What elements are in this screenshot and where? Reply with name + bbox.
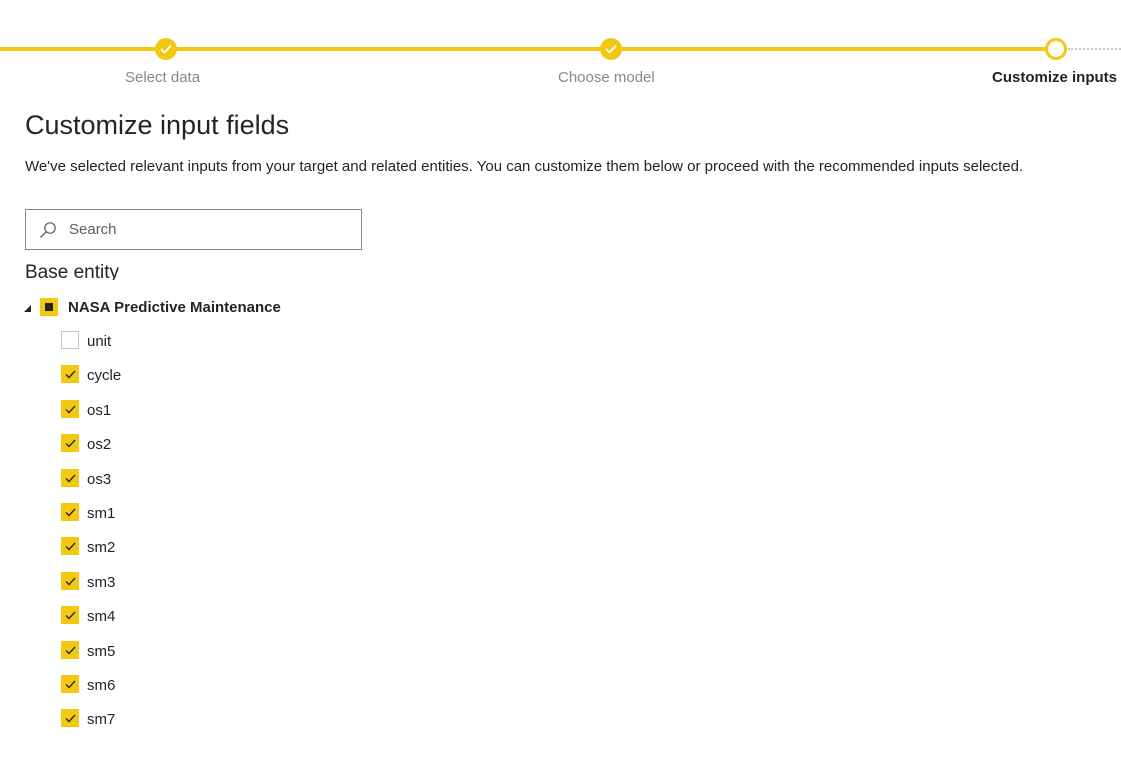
field-checkbox-sm5[interactable]	[61, 640, 79, 659]
checkmark-icon	[605, 44, 617, 54]
field-checkbox-os1[interactable]	[61, 399, 79, 418]
checkmark-icon	[65, 405, 76, 414]
field-checkbox-sm3[interactable]	[61, 571, 79, 590]
field-checkbox-os3[interactable]	[61, 468, 79, 487]
field-list: unit cycle os1 os2 os3 sm1 sm2 sm3 sm4 sm5 sm6 sm7	[61, 331, 121, 744]
field-row-sm6[interactable]: sm6	[61, 674, 121, 709]
checkmark-icon	[65, 646, 76, 654]
checkmark-icon	[65, 714, 76, 723]
expand-caret-icon[interactable]	[24, 304, 31, 312]
customize-inputs-page: Select data Choose model Customize input…	[0, 0, 1121, 763]
field-row-sm3[interactable]: sm3	[61, 571, 121, 606]
page-title: Customize input fields	[25, 110, 290, 140]
checkmark-icon	[65, 370, 76, 379]
checkmark-icon	[65, 680, 76, 689]
field-row-sm4[interactable]: sm4	[61, 606, 121, 640]
step-label-select-data[interactable]: Select data	[125, 69, 200, 86]
field-checkbox-sm6[interactable]	[61, 674, 79, 693]
field-checkbox-cycle[interactable]	[61, 365, 79, 384]
field-checkbox-sm4[interactable]	[61, 606, 79, 625]
field-label: os2	[87, 436, 112, 454]
checkmark-icon	[160, 44, 172, 54]
field-row-os3[interactable]: os3	[61, 468, 121, 503]
checkmark-icon	[65, 508, 76, 517]
search-input[interactable]	[69, 210, 354, 249]
step-label-choose-model[interactable]: Choose model	[558, 69, 655, 86]
search-box[interactable]	[25, 209, 362, 250]
step-node-select-data[interactable]	[155, 38, 177, 60]
entity-label: NASA Predictive Maintenance	[68, 298, 281, 316]
field-row-os2[interactable]: os2	[61, 434, 121, 468]
step-node-choose-model[interactable]	[600, 38, 622, 60]
field-label: sm6	[87, 676, 116, 694]
field-row-cycle[interactable]: cycle	[61, 365, 121, 399]
field-row-sm7[interactable]: sm7	[61, 709, 121, 743]
field-checkbox-sm2[interactable]	[61, 537, 79, 556]
step-label-customize-inputs: Customize inputs	[992, 69, 1118, 86]
field-label: cycle	[87, 367, 122, 385]
checkmark-icon	[65, 474, 76, 483]
page-description: We've selected relevant inputs from your…	[25, 158, 1024, 175]
field-checkbox-sm1[interactable]	[61, 502, 79, 521]
wizard-stepper: Select data Choose model Customize input…	[0, 0, 1121, 100]
field-row-sm1[interactable]: sm1	[61, 502, 121, 537]
field-label: os3	[87, 470, 112, 488]
checkmark-icon	[65, 577, 76, 586]
field-label: sm3	[87, 573, 116, 591]
field-row-os1[interactable]: os1	[61, 399, 121, 434]
partial-check-indicator	[45, 303, 53, 311]
checkmark-icon	[65, 611, 76, 620]
field-row-sm5[interactable]: sm5	[61, 640, 121, 675]
field-row-unit[interactable]: unit	[61, 331, 121, 365]
field-label: os1	[87, 401, 112, 419]
section-heading-base-entity: Base entity	[25, 262, 119, 280]
checkmark-icon	[65, 439, 76, 448]
entity-row[interactable]: NASA Predictive Maintenance	[24, 296, 281, 318]
field-label: sm5	[87, 642, 116, 660]
field-label: sm1	[87, 504, 116, 522]
field-label: unit	[87, 333, 112, 350]
field-label: sm4	[87, 608, 116, 626]
checkmark-icon	[65, 542, 76, 551]
field-row-sm2[interactable]: sm2	[61, 537, 121, 571]
step-node-customize-inputs	[1045, 38, 1067, 60]
search-icon	[40, 222, 56, 238]
field-label: sm7	[87, 711, 116, 729]
field-checkbox-sm7[interactable]	[61, 709, 79, 728]
field-label: sm2	[87, 539, 116, 557]
progress-track-remaining	[1068, 48, 1121, 50]
field-checkbox-os2[interactable]	[61, 434, 79, 453]
field-checkbox-unit[interactable]	[61, 331, 79, 349]
entity-checkbox[interactable]	[40, 298, 58, 316]
